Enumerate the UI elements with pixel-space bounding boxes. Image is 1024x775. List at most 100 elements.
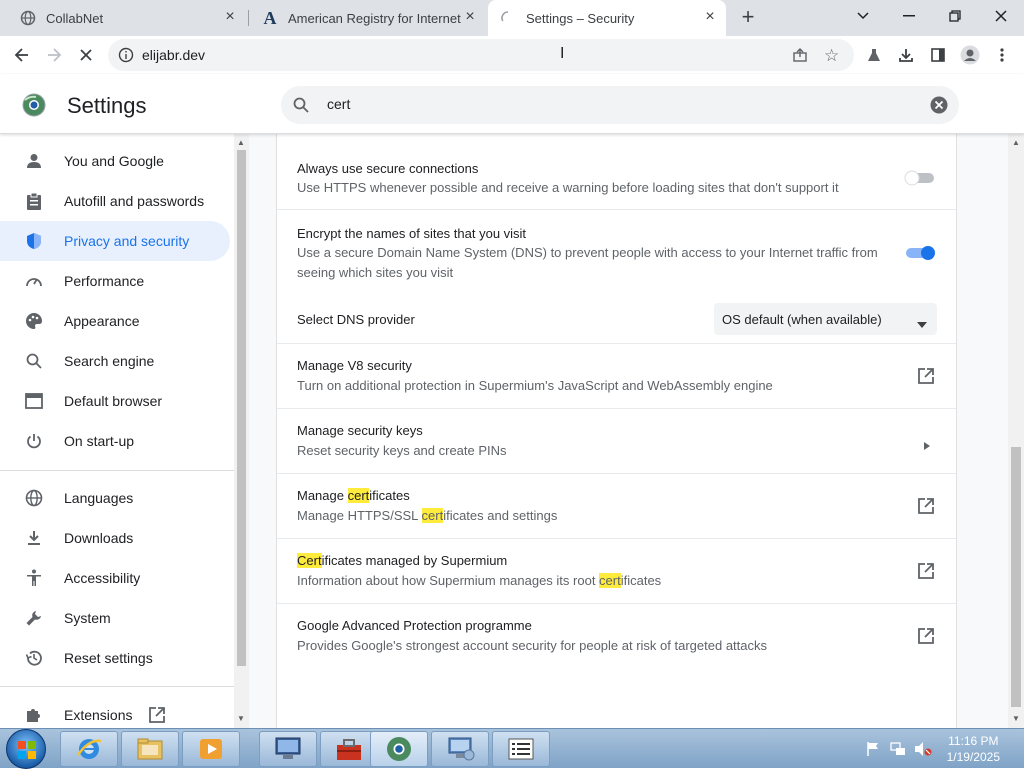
close-tab-icon[interactable]: × [222, 9, 238, 26]
open-external-icon[interactable] [916, 496, 936, 516]
search-highlight: cert [599, 573, 621, 588]
text-cursor-icon: I [560, 45, 565, 62]
sidebar-item-label: On start-up [64, 433, 135, 449]
sidebar-item-languages[interactable]: Languages [0, 478, 230, 518]
open-external-icon[interactable] [916, 366, 936, 386]
tab-settings-security[interactable]: Settings – Security × [488, 0, 726, 36]
description-text: ificates [620, 573, 662, 588]
clock-date: 1/19/2025 [946, 750, 1000, 764]
url-text: elijabr.dev [142, 47, 206, 63]
setting-manage-certificates[interactable]: Manage certificates Manage HTTPS/SSL cer… [277, 474, 956, 539]
network-computer-icon[interactable] [259, 731, 317, 767]
download-icon[interactable] [890, 39, 922, 71]
scrollbar-thumb[interactable] [237, 150, 246, 666]
clear-search-icon[interactable] [930, 96, 948, 119]
volume-muted-icon[interactable] [914, 741, 932, 762]
sidebar-item-performance[interactable]: Performance [0, 261, 230, 301]
sidebar-item-you-and-google[interactable]: You and Google [0, 141, 230, 181]
internet-explorer-icon[interactable] [60, 731, 118, 767]
scroll-down-icon[interactable]: ▼ [1012, 714, 1020, 723]
setting-secure-connections[interactable]: Always use secure connections Use HTTPS … [277, 146, 956, 210]
secure-connections-toggle[interactable] [904, 170, 936, 186]
setting-security-keys[interactable]: Manage security keys Reset security keys… [277, 409, 956, 474]
page-title: Settings [67, 93, 147, 118]
stop-loading-button[interactable] [70, 39, 102, 71]
back-button[interactable] [6, 39, 38, 71]
tab-search-icon[interactable] [840, 0, 886, 32]
search-input[interactable] [327, 96, 887, 112]
supermium-browser-icon[interactable] [370, 731, 428, 767]
chevron-right-icon[interactable] [924, 437, 930, 455]
sidebar-item-label: Accessibility [64, 570, 141, 586]
sidebar-item-downloads[interactable]: Downloads [0, 518, 230, 558]
file-explorer-icon[interactable] [121, 731, 179, 767]
search-highlight: Cert [297, 553, 322, 568]
sidebar-item-autofill[interactable]: Autofill and passwords [0, 181, 230, 221]
menu-kebab-icon[interactable] [986, 39, 1018, 71]
dns-provider-select[interactable]: OS default (when available) [714, 303, 937, 335]
sidebar-item-search-engine[interactable]: Search engine [0, 341, 230, 381]
side-panel-icon[interactable] [922, 39, 954, 71]
sidebar-item-on-startup[interactable]: On start-up [0, 421, 230, 461]
new-tab-button[interactable]: + [736, 6, 760, 30]
tab-title: American Registry for Internet Numbers [288, 10, 462, 26]
remote-desktop-icon[interactable] [431, 731, 489, 767]
forward-button[interactable] [38, 39, 70, 71]
media-player-icon[interactable] [182, 731, 240, 767]
arin-logo-icon: A [263, 7, 277, 28]
scroll-down-icon[interactable]: ▼ [237, 714, 245, 723]
bookmark-star-icon[interactable]: ☆ [824, 46, 839, 66]
open-external-icon[interactable] [916, 561, 936, 581]
scrollbar-thumb[interactable] [1011, 447, 1021, 707]
encrypt-names-toggle[interactable] [904, 245, 936, 261]
open-external-icon [148, 706, 166, 727]
start-button[interactable] [6, 729, 46, 769]
setting-encrypt-site-names[interactable]: Encrypt the names of sites that you visi… [277, 210, 956, 290]
sidebar-item-extensions[interactable]: Extensions [0, 695, 230, 728]
system-clock[interactable]: 11:16 PM 1/19/2025 [947, 733, 1000, 765]
sidebar-item-label: Downloads [64, 530, 134, 546]
setting-description: Information about how Supermium manages … [297, 571, 661, 591]
close-tab-icon[interactable]: × [702, 9, 718, 26]
setting-description: Reset security keys and create PINs [297, 443, 507, 458]
browser-window-icon [24, 391, 44, 411]
settings-search-box[interactable] [281, 86, 959, 124]
scroll-up-icon[interactable]: ▲ [1012, 138, 1020, 147]
clipboard-icon [24, 191, 44, 211]
tab-title: CollabNet [46, 10, 104, 26]
restore-button[interactable] [932, 0, 978, 32]
network-status-icon[interactable] [890, 741, 906, 762]
task-list-icon[interactable] [492, 731, 550, 767]
site-info-icon[interactable] [118, 47, 134, 68]
content-scrollbar[interactable]: ▲ ▼ [1008, 134, 1024, 728]
setting-advanced-protection[interactable]: Google Advanced Protection programme Pro… [277, 604, 956, 669]
title-text: ificates [369, 488, 410, 503]
sidebar-item-default-browser[interactable]: Default browser [0, 381, 230, 421]
shield-icon [24, 231, 44, 251]
description-text: Manage HTTPS/SSL [297, 508, 422, 523]
profile-avatar-icon[interactable] [954, 39, 986, 71]
sidebar-item-privacy-security[interactable]: Privacy and security [0, 221, 230, 261]
action-center-flag-icon[interactable] [866, 741, 880, 762]
share-icon[interactable] [792, 47, 808, 68]
close-window-button[interactable] [978, 0, 1024, 32]
close-tab-icon[interactable]: × [462, 9, 478, 26]
sidebar-item-reset-settings[interactable]: Reset settings [0, 638, 230, 678]
scroll-up-icon[interactable]: ▲ [237, 138, 245, 147]
title-text: ificates managed by Supermium [321, 553, 508, 568]
setting-v8-security[interactable]: Manage V8 security Turn on additional pr… [277, 344, 956, 409]
setting-certificates-managed[interactable]: Certificates managed by Supermium Inform… [277, 539, 956, 604]
open-external-icon[interactable] [916, 626, 936, 646]
sidebar-item-accessibility[interactable]: Accessibility [0, 558, 230, 598]
minimize-button[interactable] [886, 0, 932, 32]
browser-toolbar: elijabr.dev I ☆ [0, 36, 1024, 74]
sidebar-item-system[interactable]: System [0, 598, 230, 638]
tab-collabnet[interactable]: CollabNet × [8, 0, 246, 36]
tab-arin[interactable]: A American Registry for Internet Numbers… [250, 0, 486, 36]
setting-title: Encrypt the names of sites that you visi… [297, 226, 527, 241]
sidebar-item-appearance[interactable]: Appearance [0, 301, 230, 341]
address-bar[interactable]: elijabr.dev I ☆ [108, 39, 854, 71]
sidebar-scrollbar[interactable]: ▲ ▼ [234, 134, 249, 728]
labs-flask-icon[interactable] [858, 39, 890, 71]
setting-description: Turn on additional protection in Supermi… [297, 378, 773, 393]
